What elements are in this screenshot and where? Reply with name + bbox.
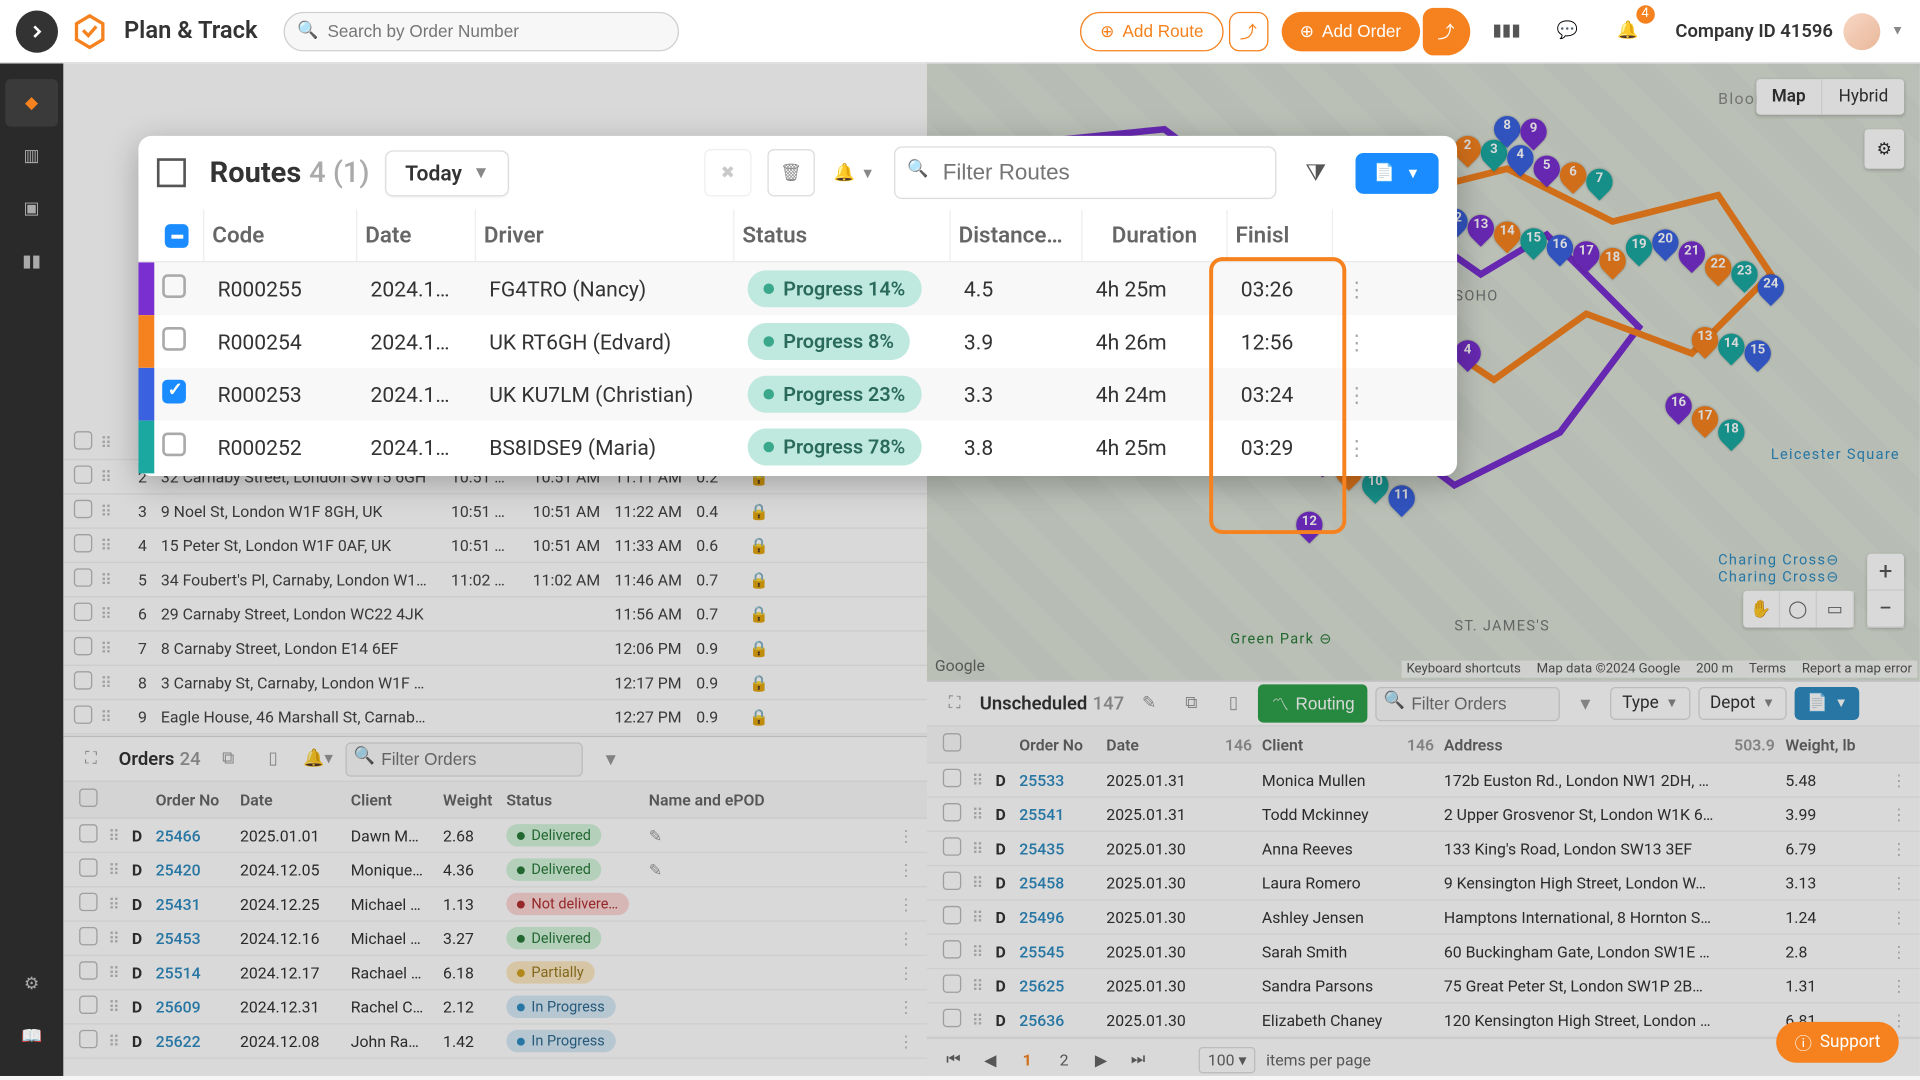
col-code[interactable]: Code (204, 210, 357, 261)
nav-analytics[interactable]: ▮▮ (5, 237, 58, 284)
route-row[interactable]: R0002532024.1…UK KU7LM (Christian)Progre… (138, 368, 1457, 421)
row-menu[interactable]: ⋮ (1338, 276, 1378, 301)
expand-icon[interactable] (157, 158, 186, 187)
help-icon: ⓘ (1795, 1030, 1812, 1055)
chevron-right-icon (29, 23, 45, 39)
nav-help[interactable]: 📖 (5, 1013, 58, 1060)
route-color-bar (138, 262, 154, 315)
row-menu[interactable]: ⋮ (1338, 329, 1378, 354)
notifications-dropdown[interactable]: 🔔 ▼ (831, 149, 878, 196)
filter-routes-input[interactable] (894, 146, 1276, 199)
routes-modal: Routes 4 (1) Today▼ ✖ 🗑 🔔 ▼ 🔍 ⧩ 📄 ▼ Code… (138, 136, 1457, 476)
funnel-icon[interactable]: ⧩ (1292, 149, 1339, 196)
notifications-button[interactable]: 🔔 (1604, 7, 1651, 54)
col-driver[interactable]: Driver (476, 210, 734, 261)
route-color-bar (138, 368, 154, 421)
cancel-button[interactable]: ✖ (704, 149, 751, 196)
col-finish[interactable]: Finisl (1228, 210, 1333, 261)
row-checkbox[interactable] (162, 433, 186, 457)
support-button[interactable]: ⓘSupport (1776, 1022, 1898, 1063)
route-row[interactable]: R0002522024.1…BS8IDSE9 (Maria)Progress 7… (138, 421, 1457, 474)
nav-routes[interactable]: ◆ (5, 79, 58, 126)
collapse-nav-button[interactable] (16, 10, 58, 52)
company-id[interactable]: Company ID 41596 ▼ (1675, 13, 1904, 50)
upload-route-button[interactable]: ⤴ (1229, 11, 1269, 51)
search-icon: 🔍 (297, 20, 318, 40)
main-area: ⠿134 Carnaby Street, London WC25 4GH10:5… (63, 63, 1920, 1076)
route-color-bar (138, 421, 154, 474)
nav-calendar[interactable]: ▥ (5, 132, 58, 179)
route-color-bar (138, 315, 154, 368)
nav-contacts[interactable]: ▣ (5, 185, 58, 232)
status-badge: Progress 23% (748, 376, 921, 413)
export-button[interactable]: 📄 ▼ (1355, 152, 1438, 193)
chevron-down-icon: ▼ (1891, 24, 1904, 39)
plus-icon: ⊕ (1300, 20, 1314, 41)
routes-title: Routes 4 (1) (210, 156, 370, 189)
add-order-button[interactable]: ⊕Add Order (1281, 11, 1419, 51)
route-row[interactable]: R0002542024.1…UK RT6GH (Edvard)Progress … (138, 315, 1457, 368)
col-distance[interactable]: Distance… (951, 210, 1083, 261)
app-logo (71, 13, 108, 50)
avatar (1844, 13, 1881, 50)
status-badge: Progress 8% (748, 323, 910, 360)
row-checkbox[interactable] (162, 274, 186, 298)
col-status[interactable]: Status (734, 210, 950, 261)
row-menu[interactable]: ⋮ (1338, 382, 1378, 407)
select-all-checkbox[interactable] (164, 224, 188, 248)
search-icon: 🔍 (907, 160, 928, 180)
status-badge: Progress 78% (748, 429, 921, 466)
search-input[interactable] (284, 11, 680, 51)
route-row[interactable]: R0002552024.1…FG4TRO (Nancy)Progress 14%… (138, 262, 1457, 315)
row-checkbox[interactable] (162, 327, 186, 351)
chat-icon[interactable]: 💬 (1544, 7, 1591, 54)
nav-rail: ◆ ▥ ▣ ▮▮ ⚙ 📖 (0, 63, 63, 1076)
status-badge: Progress 14% (748, 270, 921, 307)
upload-order-button[interactable]: ⤴ (1422, 7, 1469, 54)
row-checkbox[interactable] (162, 380, 186, 404)
page-title: Plan & Track (124, 17, 258, 45)
add-route-button[interactable]: ⊕Add Route (1080, 11, 1223, 51)
col-date[interactable]: Date (357, 210, 476, 261)
date-filter-dropdown[interactable]: Today▼ (385, 150, 509, 196)
barcode-icon[interactable]: ▮▮▮ (1483, 7, 1530, 54)
plus-icon: ⊕ (1100, 20, 1114, 41)
col-duration[interactable]: Duration (1083, 210, 1228, 261)
top-header: Plan & Track 🔍 ⊕Add Route ⤴ ⊕Add Order ⤴… (0, 0, 1920, 63)
delete-button[interactable]: 🗑 (767, 149, 814, 196)
row-menu[interactable]: ⋮ (1338, 434, 1378, 459)
nav-settings[interactable]: ⚙ (5, 960, 58, 1007)
